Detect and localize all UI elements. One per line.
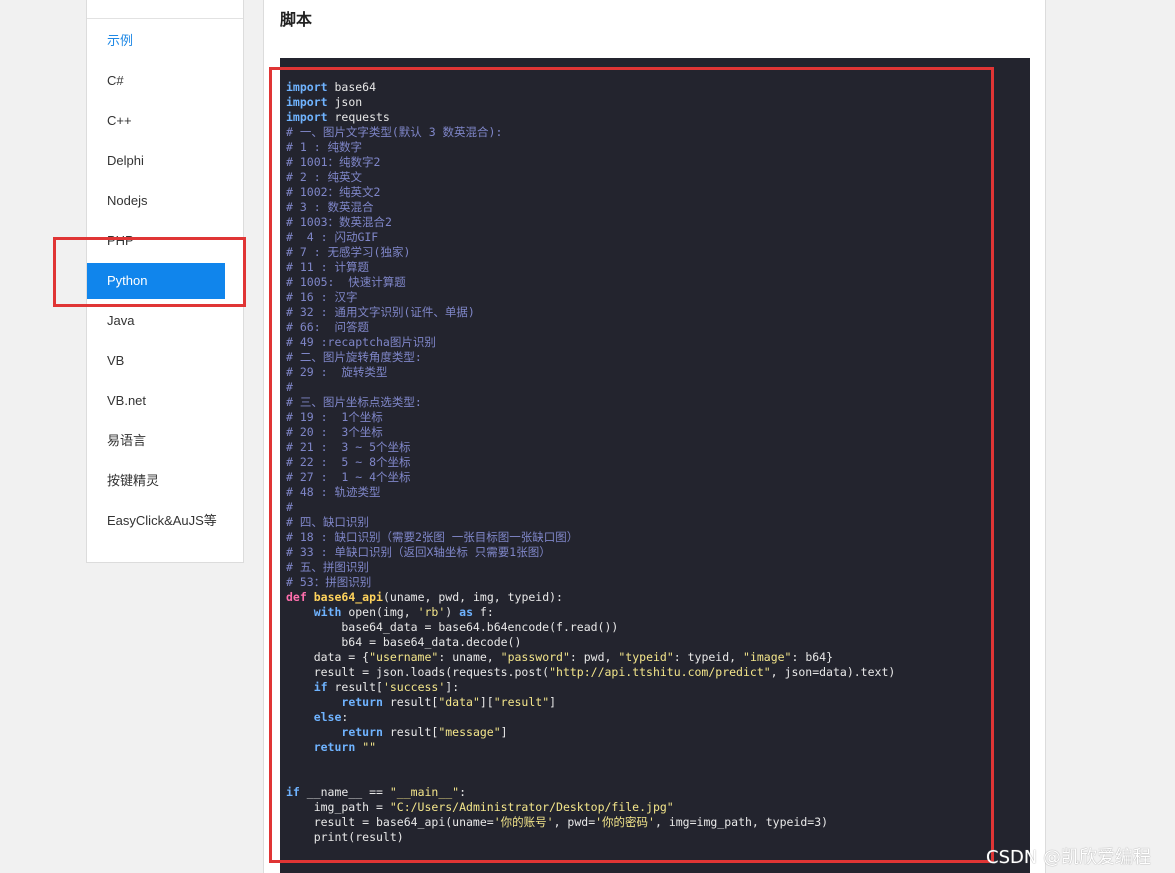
sidebar-item-11[interactable]: 按键精灵 <box>87 463 225 499</box>
sidebar-item-4[interactable]: Nodejs <box>87 183 225 219</box>
sidebar-item-9[interactable]: VB.net <box>87 383 225 419</box>
watermark-text: CSDN @凯欣爱编程 <box>986 847 1152 868</box>
sidebar-item-7[interactable]: Java <box>87 303 225 339</box>
highlight-box-code <box>269 67 994 863</box>
sidebar-item-0[interactable]: 示例 <box>87 23 225 59</box>
sidebar-item-8[interactable]: VB <box>87 343 225 379</box>
sidebar-item-1[interactable]: C# <box>87 63 225 99</box>
sidebar-item-2[interactable]: C++ <box>87 103 225 139</box>
sidebar-item-3[interactable]: Delphi <box>87 143 225 179</box>
sidebar-divider <box>87 18 243 19</box>
sidebar-item-10[interactable]: 易语言 <box>87 423 225 459</box>
section-title: 脚本 <box>280 12 313 29</box>
sidebar-item-12[interactable]: EasyClick&AuJS等 <box>87 503 225 539</box>
highlight-box-python <box>53 237 246 307</box>
